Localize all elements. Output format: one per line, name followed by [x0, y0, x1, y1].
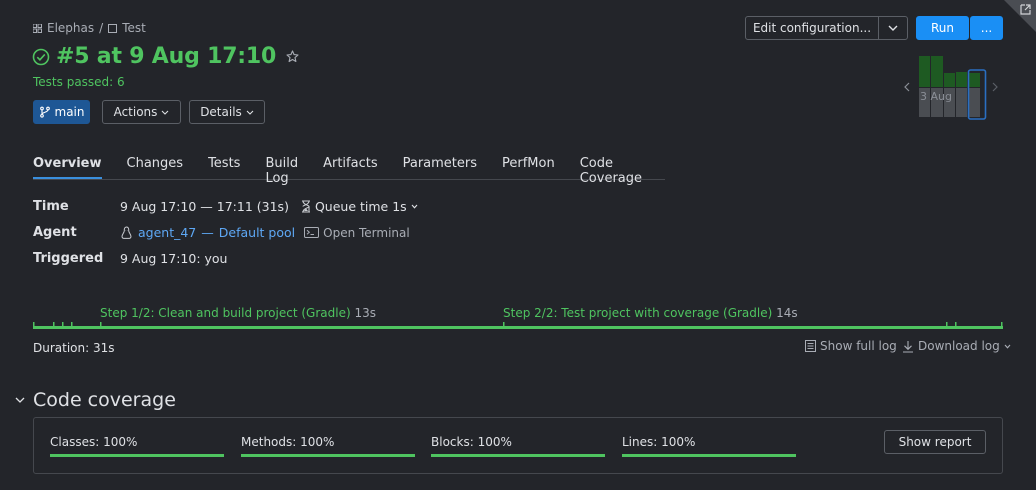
tab-parameters[interactable]: Parameters — [403, 150, 477, 179]
coverage-metric-methods: Methods: 100% — [241, 435, 415, 457]
run-button[interactable]: Run — [916, 16, 969, 40]
external-window-icon[interactable] — [1019, 3, 1032, 16]
breadcrumb-separator: / — [99, 21, 104, 35]
time-row: 9 Aug 17:10 — 17:11 (31s) Queue time 1s — [120, 199, 418, 214]
build-timeline[interactable] — [33, 322, 1003, 330]
agent-row: agent_47 — Default pool Open Terminal — [120, 225, 410, 240]
tab-changes[interactable]: Changes — [127, 150, 184, 179]
agent-label: Agent — [33, 225, 77, 240]
branch-icon — [39, 106, 51, 118]
coverage-methods-bar — [241, 454, 415, 457]
actions-dropdown-button[interactable]: Actions — [102, 100, 181, 124]
step-2-duration: 14s — [776, 306, 798, 320]
agent-pool-link[interactable]: Default pool — [219, 225, 295, 240]
tab-build-log[interactable]: Build Log — [265, 150, 298, 186]
project-grid-icon — [33, 23, 42, 33]
branch-button[interactable]: main — [33, 100, 90, 124]
coverage-metric-blocks: Blocks: 100% — [431, 435, 605, 457]
branch-label: main — [54, 105, 85, 119]
tests-passed-status[interactable]: Tests passed: 6 — [33, 75, 125, 89]
build-title-row: #5 at 9 Aug 17:10 — [32, 44, 299, 69]
coverage-lines-label: Lines: 100% — [622, 435, 696, 449]
document-icon — [805, 340, 816, 352]
code-coverage-section-toggle[interactable]: Code coverage — [15, 389, 176, 411]
details-dropdown-button[interactable]: Details — [189, 100, 265, 124]
step-1-duration: 13s — [354, 306, 376, 320]
coverage-metric-classes: Classes: 100% — [50, 435, 224, 457]
coverage-classes-label: Classes: 100% — [50, 435, 138, 449]
coverage-methods-label: Methods: 100% — [241, 435, 335, 449]
history-date-label: 3 Aug — [920, 90, 952, 103]
coverage-blocks-bar — [431, 454, 605, 457]
chevron-down-icon — [161, 110, 169, 115]
coverage-lines-bar — [622, 454, 796, 457]
actions-label: Actions — [113, 105, 158, 119]
agent-separator: — — [201, 225, 214, 240]
history-prev-arrow-icon — [904, 82, 910, 92]
time-label: Time — [33, 199, 69, 214]
step-2-name: Step 2/2: Test project with coverage (Gr… — [503, 306, 773, 320]
tab-artifacts[interactable]: Artifacts — [323, 150, 378, 179]
download-log-link[interactable]: Download log — [902, 339, 1011, 353]
page-title: #5 at 9 Aug 17:10 — [56, 44, 277, 69]
build-tabs: Overview Changes Tests Build Log Artifac… — [33, 150, 665, 186]
show-report-button[interactable]: Show report — [884, 430, 986, 454]
step-1-name: Step 1/2: Clean and build project (Gradl… — [100, 306, 351, 320]
chevron-down-icon — [15, 397, 25, 403]
chevron-down-icon — [1004, 344, 1011, 349]
breadcrumb: Elephas / Test — [33, 21, 146, 35]
code-coverage-heading: Code coverage — [33, 389, 176, 411]
step-2-label[interactable]: Step 2/2: Test project with coverage (Gr… — [503, 306, 798, 320]
coverage-metric-lines: Lines: 100% — [622, 435, 796, 457]
star-icon[interactable] — [286, 50, 299, 63]
agent-name-link[interactable]: agent_47 — [138, 225, 196, 240]
queue-time-value: Queue time 1s — [314, 199, 407, 214]
tab-perfmon[interactable]: PerfMon — [502, 150, 555, 179]
build-config-icon — [108, 23, 118, 33]
details-label: Details — [200, 105, 242, 119]
open-terminal-button[interactable]: Open Terminal — [304, 226, 410, 240]
time-value: 9 Aug 17:10 — 17:11 (31s) — [120, 199, 289, 214]
edit-configuration-button[interactable]: Edit configuration... — [745, 16, 879, 40]
run-more-button[interactable]: ... — [970, 16, 1003, 40]
chevron-down-icon — [888, 25, 898, 31]
show-full-log-label: Show full log — [820, 339, 897, 353]
linux-icon — [120, 225, 133, 240]
download-icon — [902, 340, 914, 353]
history-next-arrow-icon — [992, 82, 998, 92]
terminal-icon — [304, 227, 320, 238]
edit-configuration-dropdown[interactable] — [878, 16, 908, 40]
chevron-down-icon — [246, 110, 254, 115]
breadcrumb-project-link[interactable]: Elephas — [47, 21, 94, 35]
breadcrumb-build-config-link[interactable]: Test — [122, 21, 146, 35]
triggered-label: Triggered — [33, 251, 104, 266]
coverage-blocks-label: Blocks: 100% — [431, 435, 512, 449]
build-duration: Duration: 31s — [33, 341, 115, 355]
open-terminal-label: Open Terminal — [323, 225, 410, 240]
coverage-classes-bar — [50, 454, 224, 457]
show-full-log-link[interactable]: Show full log — [805, 339, 897, 353]
step-1-label[interactable]: Step 1/2: Clean and build project (Gradl… — [100, 306, 376, 320]
chevron-down-icon — [411, 204, 418, 209]
triggered-value: 9 Aug 17:10: you — [120, 251, 228, 266]
tab-overview[interactable]: Overview — [33, 150, 102, 179]
build-history-chart[interactable] — [903, 55, 1003, 121]
tab-code-coverage[interactable]: Code Coverage — [580, 150, 642, 186]
success-check-icon — [32, 48, 50, 66]
hourglass-icon — [301, 200, 311, 213]
tab-tests[interactable]: Tests — [208, 150, 240, 179]
download-log-label: Download log — [918, 339, 1000, 353]
queue-time-toggle[interactable]: Queue time 1s — [301, 199, 418, 214]
